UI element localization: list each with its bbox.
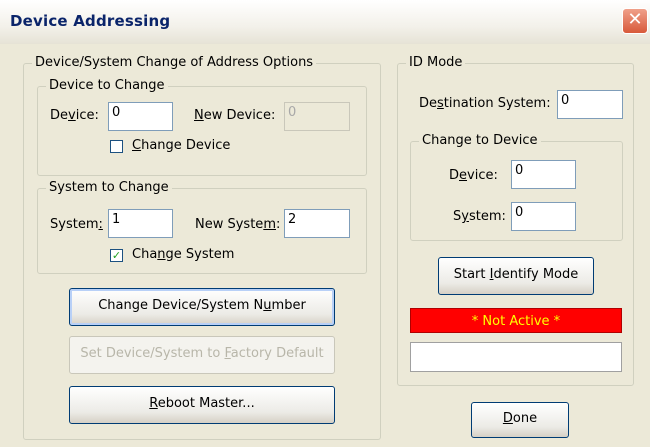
system-to-change-legend: System to Change	[46, 180, 172, 195]
factory-default-button: Set Device/System to Factory Default	[69, 336, 335, 374]
status-message-box	[410, 342, 622, 372]
new-device-label: New Device:	[194, 108, 276, 123]
id-system-input[interactable]: 0	[511, 202, 576, 231]
destination-system-input[interactable]: 0	[557, 90, 623, 119]
change-device-checkbox[interactable]	[110, 140, 123, 153]
change-system-label[interactable]: Change System	[132, 247, 234, 262]
start-identify-mode-button[interactable]: Start Identify Mode	[438, 257, 594, 295]
system-input[interactable]: 1	[108, 209, 173, 238]
new-system-input[interactable]: 2	[284, 209, 350, 238]
device-label: Device:	[50, 108, 99, 123]
device-to-change-group: Device to Change	[37, 78, 367, 176]
close-icon[interactable]: ✕	[622, 8, 648, 34]
change-to-device-legend: Change to Device	[419, 133, 541, 148]
change-device-label[interactable]: Change Device	[132, 138, 230, 153]
change-system-checkbox[interactable]: ✓	[110, 249, 123, 262]
reboot-master-button[interactable]: Reboot Master...	[69, 386, 335, 424]
id-system-label: System:	[453, 209, 506, 224]
device-input[interactable]: 0	[108, 102, 173, 131]
new-system-label: New System:	[195, 217, 281, 232]
id-device-label: Device:	[449, 168, 498, 183]
new-device-input: 0	[284, 102, 350, 131]
change-of-address-legend: Device/System Change of Address Options	[32, 55, 317, 70]
change-device-system-number-button[interactable]: Change Device/System Number	[69, 288, 335, 326]
system-label: System:	[50, 217, 103, 232]
window-title: Device Addressing	[10, 12, 171, 30]
title-bar[interactable]: Device Addressing ✕	[0, 0, 650, 44]
destination-system-label: Destination System:	[419, 96, 551, 111]
device-addressing-dialog: Device Addressing ✕ Device/System Change…	[0, 0, 650, 447]
status-indicator: * Not Active *	[410, 308, 622, 333]
id-device-input[interactable]: 0	[511, 160, 576, 189]
device-to-change-legend: Device to Change	[46, 78, 168, 93]
id-mode-legend: ID Mode	[406, 55, 466, 70]
done-button[interactable]: Done	[471, 402, 569, 438]
